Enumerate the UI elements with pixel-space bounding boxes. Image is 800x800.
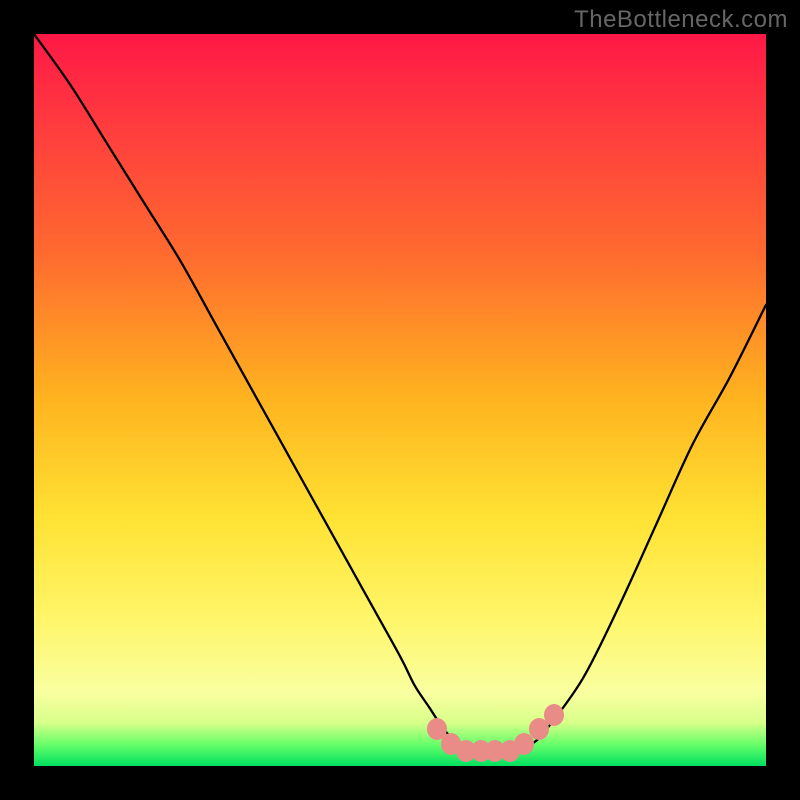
data-marker (544, 704, 564, 726)
watermark-label: TheBottleneck.com (574, 6, 788, 34)
chart-frame: TheBottleneck.com (0, 0, 800, 800)
marker-layer (34, 34, 766, 766)
plot-area (34, 34, 766, 766)
